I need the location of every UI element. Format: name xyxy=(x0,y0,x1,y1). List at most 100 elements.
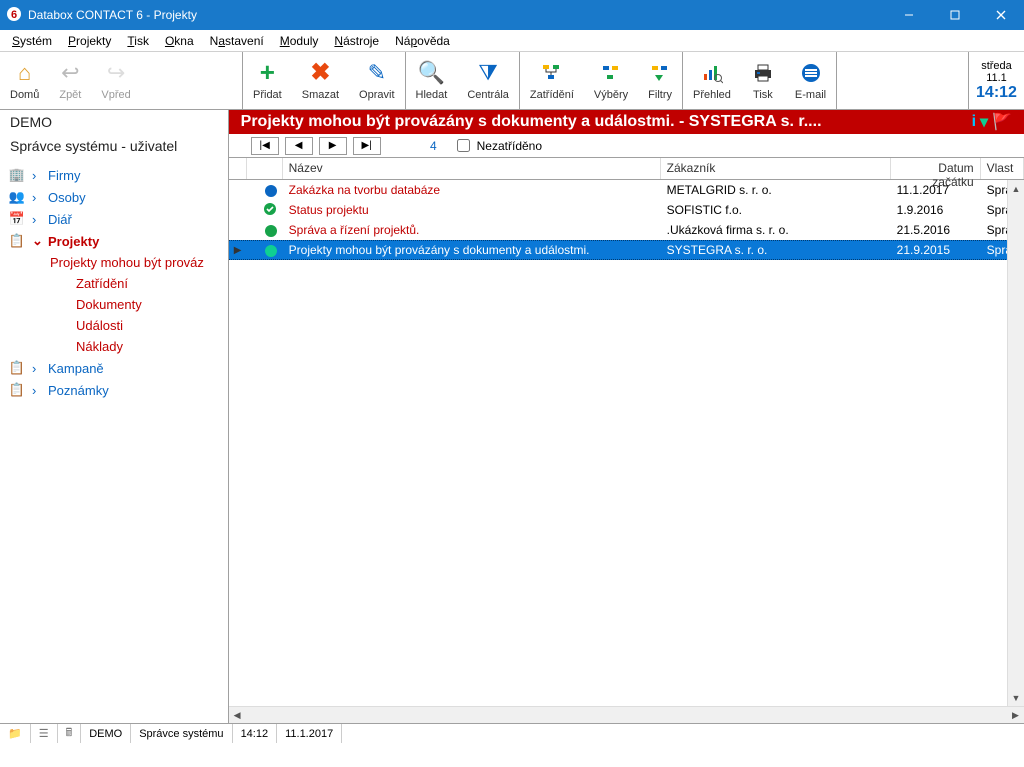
plus-icon: + xyxy=(260,59,275,87)
sidebar-item-projects[interactable]: 📋⌄Projekty xyxy=(0,230,228,252)
status-dot-icon xyxy=(247,202,283,219)
date-indicator: středa 11.1 14:12 xyxy=(968,52,1024,109)
home-button[interactable]: ⌂Domů xyxy=(0,52,49,109)
menu-print[interactable]: Tisk xyxy=(119,32,157,50)
find-button[interactable]: 🔍Hledat xyxy=(406,52,458,109)
window-titlebar: 6 Databox CONTACT 6 - Projekty xyxy=(0,0,1024,30)
chevron-right-icon: › xyxy=(32,168,42,183)
sidebar-item-campaigns[interactable]: 📋›Kampaně xyxy=(0,357,228,379)
sidebar-item-persons[interactable]: 👥›Osoby xyxy=(0,186,228,208)
status-list-icon[interactable]: ☰ xyxy=(31,724,58,743)
pager-first-button[interactable]: |◀ xyxy=(251,137,279,155)
pager-prev-button[interactable]: ◀ xyxy=(285,137,313,155)
central-button[interactable]: ⧩Centrála xyxy=(457,52,519,109)
status-date: 11.1.2017 xyxy=(277,724,342,743)
menu-help[interactable]: Nápověda xyxy=(387,32,458,50)
app-icon: 6 xyxy=(6,6,22,25)
delete-button[interactable]: ✖Smazat xyxy=(292,52,349,109)
table-row[interactable]: Zakázka na tvorbu databázeMETALGRID s. r… xyxy=(229,180,1024,200)
window-title: Databox CONTACT 6 - Projekty xyxy=(28,8,197,22)
menu-projects[interactable]: Projekty xyxy=(60,32,119,50)
chevron-right-icon: › xyxy=(32,361,42,376)
chevron-right-icon: › xyxy=(32,212,42,227)
filters-button[interactable]: Filtry xyxy=(638,52,682,109)
column-start-date[interactable]: Datum začátku xyxy=(891,158,981,179)
tree-icon xyxy=(541,59,563,87)
status-folder-icon[interactable]: 📁 xyxy=(0,724,31,743)
detail-banner: Projekty mohou být provázány s dokumenty… xyxy=(229,110,1024,134)
status-calc-icon[interactable]: 🖩 xyxy=(58,724,82,743)
sidebar-item-firms[interactable]: 🏢›Firmy xyxy=(0,164,228,186)
cell-date: 11.1.2017 xyxy=(891,183,981,197)
cell-name: Projekty mohou být provázány s dokumenty… xyxy=(283,243,661,257)
selections-button[interactable]: Výběry xyxy=(584,52,638,109)
add-button[interactable]: +Přidat xyxy=(243,52,292,109)
main-toolbar: ⌂Domů ↩Zpět ↪Vpřed +Přidat ✖Smazat ✎Opra… xyxy=(0,52,1024,110)
maximize-button[interactable] xyxy=(932,0,978,30)
cell-customer: METALGRID s. r. o. xyxy=(661,183,891,197)
clipboard-icon: 📋 xyxy=(8,382,26,398)
cell-date: 21.5.2016 xyxy=(891,223,981,237)
column-owner[interactable]: Vlast xyxy=(981,158,1024,179)
pager-last-button[interactable]: ▶| xyxy=(353,137,381,155)
classify-button[interactable]: Zatřídění xyxy=(520,52,584,109)
email-icon xyxy=(800,59,822,87)
close-button[interactable] xyxy=(978,0,1024,30)
edit-button[interactable]: ✎Opravit xyxy=(349,52,404,109)
chevron-down-icon: ⌄ xyxy=(32,233,42,249)
pager-next-button[interactable]: ▶ xyxy=(319,137,347,155)
status-dot-icon xyxy=(247,183,283,197)
funnel-icon: ⧩ xyxy=(478,59,498,87)
overview-button[interactable]: Přehled xyxy=(683,52,741,109)
scroll-left-icon[interactable]: ◀ xyxy=(229,707,246,723)
email-button[interactable]: E-mail xyxy=(785,52,836,109)
cell-name: Správa a řízení projektů. xyxy=(283,223,661,237)
sidebar-item-notes[interactable]: 📋›Poznámky xyxy=(0,379,228,401)
table-row[interactable]: Status projektuSOFISTIC f.o.1.9.2016Sprá… xyxy=(229,200,1024,220)
chart-icon xyxy=(701,59,723,87)
print-button[interactable]: Tisk xyxy=(741,52,785,109)
menu-settings[interactable]: Nastavení xyxy=(202,32,272,50)
home-icon: ⌂ xyxy=(18,59,31,87)
filters-icon xyxy=(649,59,671,87)
sidebar-item-current-project[interactable]: Projekty mohou být prováz xyxy=(0,252,228,273)
banner-info-icon[interactable]: i xyxy=(972,113,976,131)
back-button[interactable]: ↩Zpět xyxy=(49,52,91,109)
sidebar-item-events[interactable]: Události xyxy=(0,315,228,336)
scroll-down-icon[interactable]: ▼ xyxy=(1008,689,1024,706)
row-indicator-icon: ▶ xyxy=(229,245,247,256)
menu-tools[interactable]: Nástroje xyxy=(326,32,387,50)
column-name[interactable]: Název xyxy=(283,158,661,179)
clipboard-icon: 📋 xyxy=(8,360,26,376)
selection-icon xyxy=(600,59,622,87)
pencil-icon: ✎ xyxy=(368,59,386,87)
unclassified-checkbox[interactable]: Nezatříděno xyxy=(453,136,542,155)
vertical-scrollbar[interactable]: ▲ ▼ xyxy=(1007,180,1024,706)
scroll-right-icon[interactable]: ▶ xyxy=(1007,707,1024,723)
sidebar-item-classify[interactable]: Zatřídění xyxy=(0,273,228,294)
sidebar-item-documents[interactable]: Dokumenty xyxy=(0,294,228,315)
table-row[interactable]: ▶ Projekty mohou být provázány s dokument… xyxy=(229,240,1024,260)
menu-modules[interactable]: Moduly xyxy=(272,32,327,50)
forward-button[interactable]: ↪Vpřed xyxy=(91,52,140,109)
scroll-up-icon[interactable]: ▲ xyxy=(1008,180,1024,197)
status-env: DEMO xyxy=(81,724,131,743)
cell-customer: SOFISTIC f.o. xyxy=(661,203,891,217)
menu-windows[interactable]: Okna xyxy=(157,32,202,50)
chevron-right-icon: › xyxy=(32,190,42,205)
banner-down-icon[interactable]: ▾ xyxy=(980,112,988,132)
minimize-button[interactable] xyxy=(886,0,932,30)
table-row[interactable]: Správa a řízení projektů..Ukázková firma… xyxy=(229,220,1024,240)
cell-customer: .Ukázková firma s. r. o. xyxy=(661,223,891,237)
cell-name: Zakázka na tvorbu databáze xyxy=(283,183,661,197)
sidebar-item-diary[interactable]: 📅›Diář xyxy=(0,208,228,230)
column-customer[interactable]: Zákazník xyxy=(661,158,891,179)
horizontal-scrollbar[interactable]: ◀ ▶ xyxy=(229,706,1024,723)
banner-flag-icon[interactable]: 🚩 xyxy=(992,112,1012,132)
printer-icon xyxy=(751,59,775,87)
status-dot-icon xyxy=(247,243,283,257)
sidebar-item-costs[interactable]: Náklady xyxy=(0,336,228,357)
cell-date: 1.9.2016 xyxy=(891,203,981,217)
data-grid[interactable]: Zakázka na tvorbu databázeMETALGRID s. r… xyxy=(229,180,1024,706)
menu-system[interactable]: Systém xyxy=(4,32,60,50)
